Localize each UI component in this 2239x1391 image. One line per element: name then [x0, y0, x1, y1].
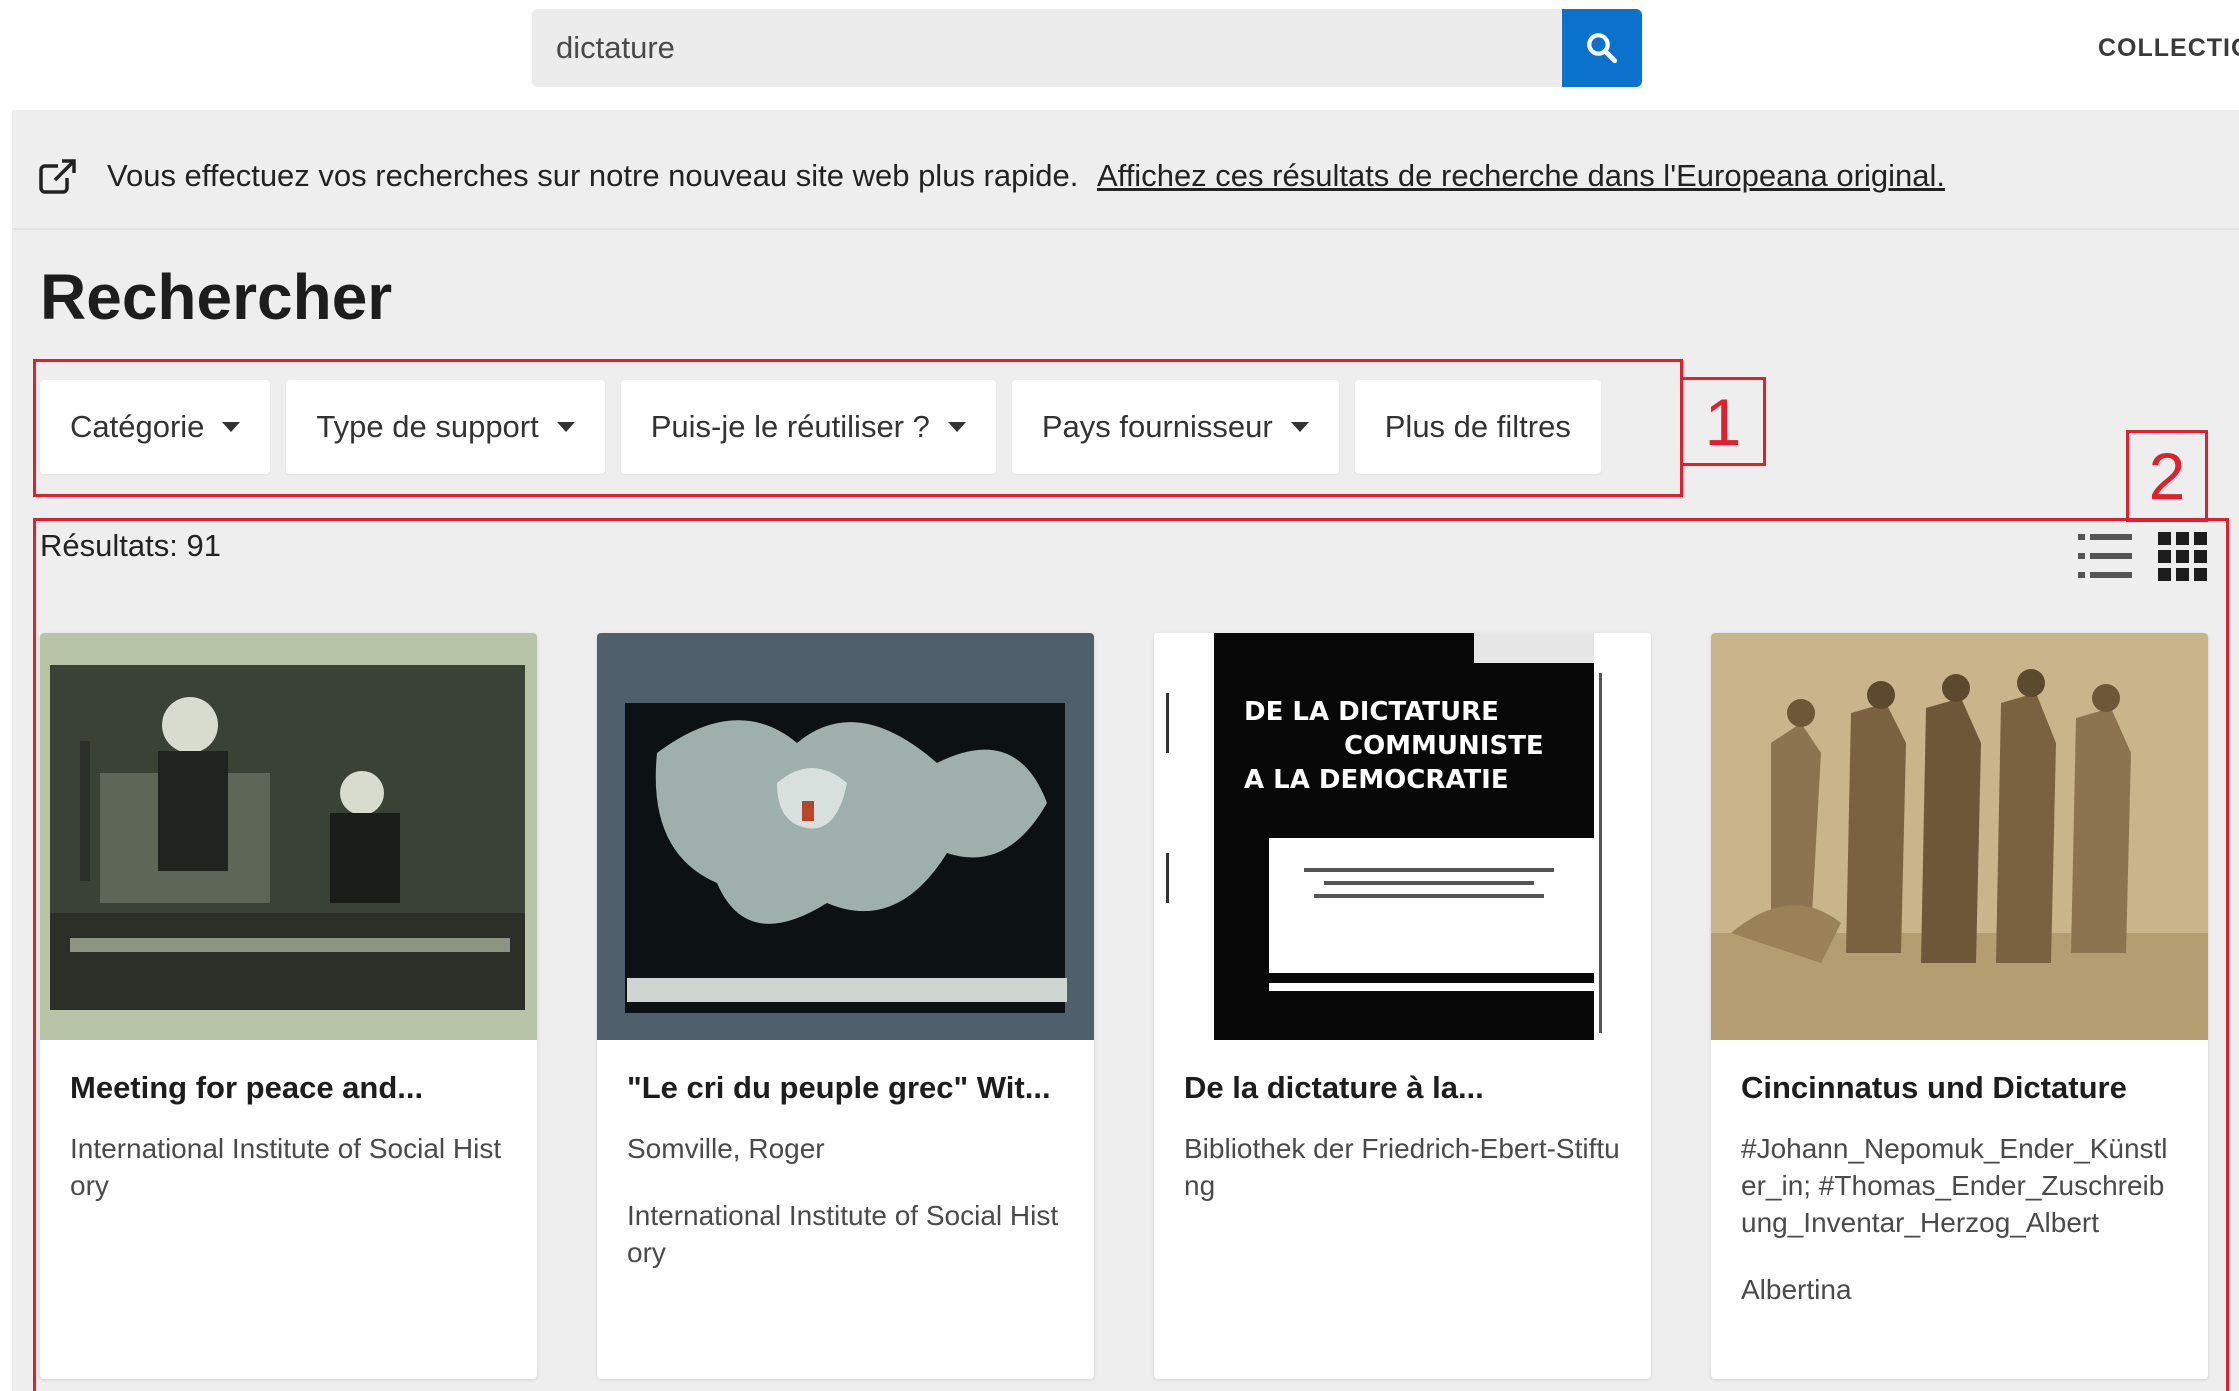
search-icon	[1587, 33, 1618, 64]
top-header: COLLECTIO	[0, 0, 2239, 110]
new-site-notice: Vous effectuez vos recherches sur notre …	[12, 110, 2239, 230]
nav-collections-link[interactable]: COLLECTIO	[2098, 34, 2239, 63]
search-input[interactable]	[532, 9, 1562, 87]
original-europeana-link[interactable]: Affichez ces résultats de recherche dans…	[1097, 158, 1945, 193]
search-bar	[532, 9, 1642, 87]
annotation-label-1: 1	[1680, 377, 1766, 466]
page-title: Rechercher	[40, 261, 393, 333]
annotation-box-filters	[33, 359, 1683, 497]
search-button[interactable]	[1562, 9, 1642, 87]
external-link-icon	[39, 158, 78, 194]
notice-message: Vous effectuez vos recherches sur notre …	[107, 158, 1079, 193]
annotation-label-2: 2	[2126, 430, 2208, 522]
annotation-box-results	[33, 518, 2229, 1391]
notice-text: Vous effectuez vos recherches sur notre …	[107, 158, 1945, 194]
